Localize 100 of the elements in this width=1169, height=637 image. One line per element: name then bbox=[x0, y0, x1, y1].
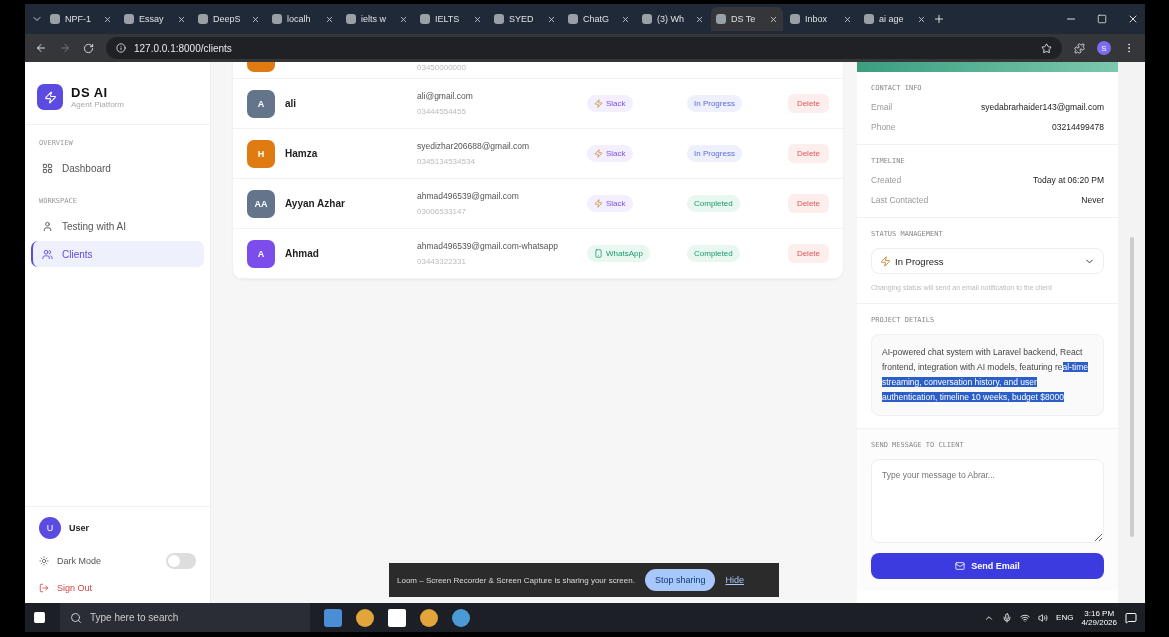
maximize-icon[interactable] bbox=[1097, 14, 1107, 24]
scrollbar-thumb[interactable] bbox=[1129, 237, 1134, 537]
field-label: Last Contacted bbox=[871, 195, 929, 205]
bolt-icon bbox=[594, 199, 603, 208]
browser-icon[interactable] bbox=[420, 608, 438, 627]
delete-button[interactable]: Delete bbox=[787, 94, 829, 113]
sign-out-link[interactable]: Sign Out bbox=[57, 583, 93, 593]
favicon bbox=[50, 14, 60, 24]
brand-tagline: Agent Platform bbox=[71, 100, 124, 109]
browser-tab[interactable]: DeepS bbox=[193, 7, 265, 31]
close-icon[interactable] bbox=[843, 14, 852, 24]
browser-tab[interactable]: Inbox bbox=[785, 7, 857, 31]
reload-icon[interactable] bbox=[83, 42, 94, 54]
mic-icon[interactable] bbox=[1002, 612, 1013, 623]
notifications-icon[interactable] bbox=[1125, 611, 1137, 624]
channel-badge: Slack bbox=[587, 145, 633, 162]
sun-icon bbox=[39, 556, 49, 566]
bolt-icon bbox=[594, 99, 603, 108]
browser-icon[interactable] bbox=[356, 608, 374, 627]
browser-tab[interactable]: ChatG bbox=[563, 7, 635, 31]
close-icon[interactable] bbox=[621, 14, 630, 24]
send-email-button[interactable]: Send Email bbox=[871, 553, 1104, 579]
stop-sharing-button[interactable]: Stop sharing bbox=[644, 569, 716, 591]
status-badge: Completed bbox=[687, 195, 740, 212]
phone-icon bbox=[594, 249, 603, 258]
avatar: AA bbox=[247, 189, 275, 218]
channel-badge: Slack bbox=[587, 95, 633, 112]
channel-badge: Slack bbox=[587, 195, 633, 212]
browser-icon[interactable] bbox=[452, 608, 470, 627]
browser-tab[interactable]: localh bbox=[267, 7, 339, 31]
field-label: Phone bbox=[871, 122, 896, 132]
channel-badge: WhatsApp bbox=[587, 245, 650, 262]
bolt-icon bbox=[880, 255, 891, 267]
favicon bbox=[568, 14, 578, 24]
volume-icon[interactable] bbox=[1038, 612, 1049, 623]
browser-tab[interactable]: Essay bbox=[119, 7, 191, 31]
browser-tab[interactable]: NPF-1 bbox=[45, 7, 117, 31]
client-email: ali@gmail.com bbox=[417, 91, 474, 101]
taskbar-clock[interactable]: 3:16 PM 4/29/2026 bbox=[1081, 608, 1117, 627]
close-icon[interactable] bbox=[473, 14, 482, 24]
delete-button[interactable]: Delete bbox=[787, 244, 829, 263]
browser-tab[interactable]: (3) Wh bbox=[637, 7, 709, 31]
bolt-icon bbox=[43, 90, 57, 104]
close-icon[interactable] bbox=[547, 14, 556, 24]
close-icon[interactable] bbox=[103, 14, 112, 24]
dark-mode-label: Dark Mode bbox=[57, 556, 101, 566]
address-bar[interactable]: 127.0.0.1:8000/clients bbox=[106, 37, 1062, 59]
favicon bbox=[864, 14, 874, 24]
nav-item[interactable]: Testing with AI bbox=[31, 213, 204, 239]
start-icon[interactable] bbox=[33, 611, 46, 624]
nav-item[interactable]: Clients bbox=[31, 241, 204, 267]
back-icon[interactable] bbox=[35, 42, 47, 54]
client-phone: 0345134534534 bbox=[417, 157, 476, 166]
browser-tab[interactable]: ai age bbox=[859, 7, 931, 31]
status-badge: Completed bbox=[687, 245, 740, 262]
browser-tab[interactable]: SYED bbox=[489, 7, 561, 31]
nav-item[interactable]: Dashboard bbox=[31, 155, 204, 181]
favicon bbox=[272, 14, 282, 24]
favicon bbox=[124, 14, 134, 24]
info-icon[interactable] bbox=[116, 43, 126, 53]
field-value: syedabrarhaider143@gmail.com bbox=[981, 102, 1104, 112]
user-avatar: U bbox=[39, 517, 61, 539]
close-icon[interactable] bbox=[917, 14, 926, 24]
status-badge: In Progress bbox=[687, 145, 742, 162]
profile-avatar[interactable]: S bbox=[1097, 41, 1111, 55]
favicon bbox=[790, 14, 800, 24]
project-description: AI-powered chat system with Laravel backend, React frontend, integration with AI models, featuring real-time streaming, conversation history, and user authentication, timeline 10 weeks, budget $8000 bbox=[871, 334, 1104, 416]
favicon bbox=[642, 14, 652, 24]
close-icon[interactable] bbox=[1127, 13, 1139, 25]
favicon bbox=[346, 14, 356, 24]
person-icon bbox=[42, 220, 53, 232]
extensions-icon[interactable] bbox=[1074, 42, 1085, 54]
avatar: A bbox=[247, 89, 275, 118]
language-indicator[interactable]: ENG bbox=[1056, 613, 1074, 622]
wifi-icon[interactable] bbox=[1020, 612, 1031, 623]
client-email: syedizhar206688@gmail.com bbox=[417, 141, 531, 151]
status-badge: In Progress bbox=[687, 95, 742, 112]
close-icon[interactable] bbox=[399, 14, 408, 24]
browser-tab[interactable]: IELTS bbox=[415, 7, 487, 31]
delete-button[interactable]: Delete bbox=[787, 144, 829, 163]
message-field[interactable]: Type your message to Abrar... bbox=[871, 459, 1104, 543]
close-icon[interactable] bbox=[251, 14, 260, 24]
status-select[interactable]: In Progress bbox=[871, 248, 1104, 274]
taskbar-search[interactable]: Type here to search bbox=[60, 603, 310, 632]
app-icon[interactable] bbox=[388, 608, 406, 627]
dark-mode-toggle[interactable] bbox=[166, 553, 196, 569]
close-icon[interactable] bbox=[177, 14, 186, 24]
browser-tab[interactable]: ielts w bbox=[341, 7, 413, 31]
star-icon[interactable] bbox=[1041, 42, 1052, 54]
browser-tab[interactable]: DS Te bbox=[711, 7, 783, 31]
client-email: ahmad496539@gmail.com-whatsapp bbox=[417, 241, 559, 251]
field-label: Created bbox=[871, 175, 902, 185]
close-icon[interactable] bbox=[325, 14, 334, 24]
delete-button[interactable]: Delete bbox=[787, 194, 829, 213]
close-icon[interactable] bbox=[695, 14, 704, 24]
close-icon[interactable] bbox=[769, 14, 778, 24]
hide-link[interactable]: Hide bbox=[725, 575, 744, 585]
new-tab-icon[interactable] bbox=[933, 13, 945, 25]
field-value: 03214499478 bbox=[1052, 122, 1104, 132]
field-value: Today at 06:20 PM bbox=[1033, 175, 1104, 185]
